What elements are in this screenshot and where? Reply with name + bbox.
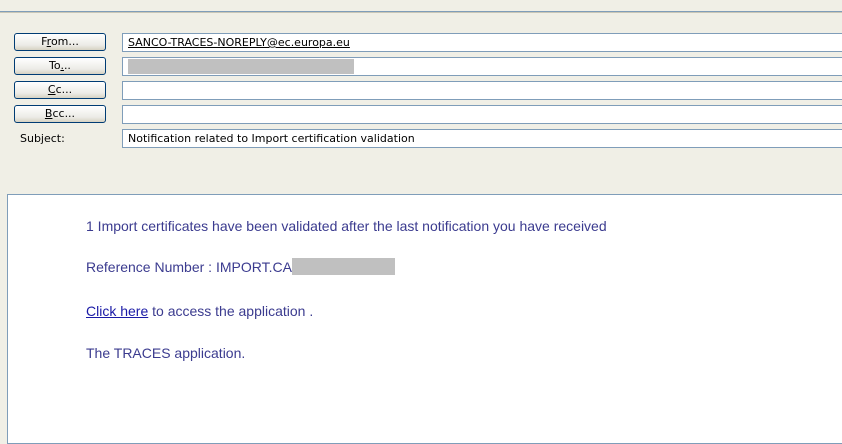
cc-row: Cc... [0, 80, 842, 102]
from-button[interactable]: From... [14, 33, 106, 51]
bcc-button[interactable]: Bcc... [14, 105, 106, 123]
signature: The TRACES application. [86, 345, 246, 361]
reference-text: Reference Number : IMPORT.CA [86, 259, 292, 275]
link-line: Click here to access the application . [86, 303, 313, 319]
redacted-reference [291, 258, 395, 276]
subject-label: Subject: [20, 132, 65, 145]
message-line-1: 1 Import certificates have been validate… [86, 218, 607, 234]
bcc-row: Bcc... [0, 104, 842, 126]
cc-field[interactable] [122, 81, 842, 100]
redacted-recipient [128, 58, 354, 74]
to-row: To... [0, 56, 842, 78]
from-address: SANCO-TRACES-NOREPLY@ec.europa.eu [128, 36, 350, 49]
bcc-field[interactable] [122, 105, 842, 124]
reference-line: Reference Number : IMPORT.CA [86, 258, 395, 276]
message-body[interactable]: 1 Import certificates have been validate… [7, 194, 842, 444]
to-field[interactable] [122, 57, 842, 76]
from-field[interactable]: SANCO-TRACES-NOREPLY@ec.europa.eu [122, 33, 842, 52]
subject-field[interactable]: Notification related to Import certifica… [122, 129, 842, 148]
from-row: From... SANCO-TRACES-NOREPLY@ec.europa.e… [0, 32, 842, 54]
to-button[interactable]: To... [14, 57, 106, 75]
window-top-border [0, 0, 842, 13]
subject-row: Subject: Notification related to Import … [0, 128, 842, 150]
cc-button[interactable]: Cc... [14, 81, 106, 99]
click-here-link[interactable]: Click here [86, 303, 148, 319]
link-suffix: to access the application . [148, 303, 314, 319]
